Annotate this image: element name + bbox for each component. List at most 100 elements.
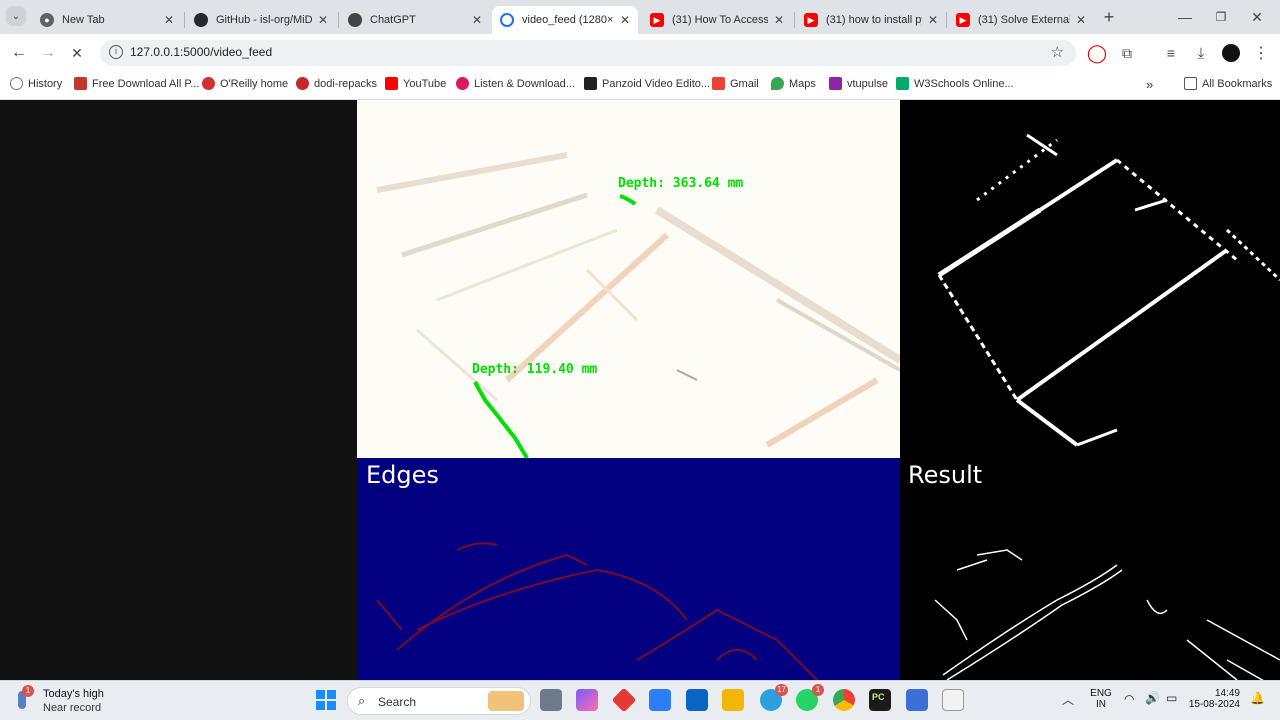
tab-github[interactable]: GitHub - isl-org/MiD ✕ xyxy=(186,6,336,34)
forward-arrow-icon[interactable]: → xyxy=(37,42,59,64)
bookmark-vtupulse[interactable]: vtupulse xyxy=(829,77,888,90)
oreilly-icon xyxy=(202,77,215,90)
browser-toolbar: ← → ✕ i 127.0.0.1:5000/video_feed ☆ ◯ ⧉ … xyxy=(0,34,1280,72)
copilot-icon[interactable] xyxy=(576,689,598,711)
depth-panel xyxy=(357,100,900,458)
minimize-icon[interactable]: — xyxy=(1174,6,1196,28)
bookmark-free-download[interactable]: Free Download All P... xyxy=(74,77,199,90)
extensions-puzzle-icon[interactable]: ⧉ xyxy=(1116,42,1138,64)
all-bookmarks[interactable]: All Bookmarks xyxy=(1184,77,1272,90)
tab-title: (31) how to install py xyxy=(826,14,922,26)
snipping-tool-icon[interactable] xyxy=(942,689,964,711)
site-info-icon[interactable]: i xyxy=(109,45,123,59)
loading-icon xyxy=(500,13,514,27)
windows-start-icon[interactable] xyxy=(316,690,336,710)
pycharm-icon[interactable]: PC xyxy=(869,689,891,711)
tab-youtube-1[interactable]: ▶ (31) How To Access F ✕ xyxy=(642,6,792,34)
bookmark-oreilly[interactable]: O'Reilly home xyxy=(202,77,288,90)
page-content: Depth: 363.64 mm Depth: 119.40 mm Edges … xyxy=(0,100,1280,680)
close-icon[interactable]: ✕ xyxy=(928,13,938,27)
bookmark-w3schools[interactable]: W3Schools Online... xyxy=(896,77,1014,90)
tab-title: (31) Solve Externally xyxy=(978,14,1070,26)
close-icon[interactable]: ✕ xyxy=(774,13,784,27)
notification-bell-icon[interactable]: 🔔 xyxy=(1250,691,1265,705)
weather-badge: 1 xyxy=(22,685,34,697)
back-arrow-icon[interactable]: ← xyxy=(8,42,30,64)
tab-youtube-3[interactable]: ▶ (31) Solve Externally ✕ xyxy=(948,6,1094,34)
window-close-icon[interactable]: ✕ xyxy=(1246,6,1268,28)
w3schools-icon xyxy=(896,77,909,90)
bookmark-gmail[interactable]: Gmail xyxy=(712,77,759,90)
search-label: Search xyxy=(378,695,417,709)
close-icon[interactable]: ✕ xyxy=(472,13,482,27)
app-red-diamond-icon[interactable] xyxy=(611,687,637,713)
bookmark-maps[interactable]: Maps xyxy=(771,77,816,90)
url-text: 127.0.0.1:5000/video_feed xyxy=(130,45,273,59)
outlook-icon[interactable] xyxy=(686,689,708,711)
restore-icon[interactable]: ❐ xyxy=(1210,6,1232,28)
file-explorer-icon[interactable] xyxy=(722,689,744,711)
r-app-icon[interactable] xyxy=(906,689,928,711)
bookmark-history[interactable]: History xyxy=(10,77,62,90)
depth-label-2: Depth: 119.40 mm xyxy=(472,362,597,377)
language-indicator[interactable]: ENG IN xyxy=(1090,688,1112,710)
bookmark-label: W3Schools Online... xyxy=(914,77,1014,90)
tab-title: New Tab xyxy=(62,14,105,26)
bookmark-favicon-icon xyxy=(74,77,87,90)
new-tab-plus-icon[interactable]: + xyxy=(1098,6,1120,28)
all-bookmarks-label: All Bookmarks xyxy=(1202,77,1273,90)
menu-kebab-icon[interactable]: ⋮ xyxy=(1250,42,1272,64)
close-icon[interactable]: ✕ xyxy=(1076,13,1086,27)
address-bar[interactable]: i 127.0.0.1:5000/video_feed ☆ xyxy=(100,40,1076,66)
panzoid-icon xyxy=(584,77,597,90)
tab-chatgpt[interactable]: ChatGPT ✕ xyxy=(340,6,490,34)
show-hidden-icons-chevron-icon[interactable]: ︿ xyxy=(1062,691,1074,708)
stop-loading-icon[interactable]: ✕ xyxy=(66,42,88,64)
history-icon xyxy=(10,77,23,90)
github-icon xyxy=(194,13,208,27)
vtupulse-icon xyxy=(829,77,842,90)
youtube-icon: ▶ xyxy=(650,13,664,27)
volume-icon[interactable]: 🔊 xyxy=(1145,691,1160,705)
tab-youtube-2[interactable]: ▶ (31) how to install py ✕ xyxy=(796,6,946,34)
bookmark-label: O'Reilly home xyxy=(220,77,289,90)
bookmark-youtube[interactable]: YouTube xyxy=(385,77,446,90)
close-icon[interactable]: ✕ xyxy=(164,13,174,27)
youtube-icon: ▶ xyxy=(956,13,970,27)
tab-search-chevron-icon[interactable]: ⌄ xyxy=(6,6,26,26)
bookmark-listen-download[interactable]: Listen & Download... xyxy=(456,77,575,90)
windows-taskbar: 1 Today's high Near record ⌕ Search 17 1… xyxy=(0,680,1280,720)
edges-panel xyxy=(357,458,900,680)
chrome-icon: ● xyxy=(40,13,54,27)
search-highlight-icon xyxy=(488,691,524,711)
download-icon[interactable]: ⤓ xyxy=(1190,42,1212,64)
tab-new-tab[interactable]: ● New Tab ✕ xyxy=(32,6,182,34)
media-controls-icon[interactable]: ≡ xyxy=(1160,42,1182,64)
bookmark-panzoid[interactable]: Panzoid Video Edito... xyxy=(584,77,710,90)
video-feed-image: Depth: 363.64 mm Depth: 119.40 mm Edges … xyxy=(357,100,1280,680)
tab-title: ChatGPT xyxy=(370,14,416,26)
profile-avatar[interactable] xyxy=(1220,42,1242,64)
wifi-icon[interactable]: ◠ xyxy=(1124,692,1134,706)
close-icon[interactable]: ✕ xyxy=(620,13,630,27)
bookmark-label: dodi-repacks xyxy=(314,77,377,90)
bookmark-dodi[interactable]: dodi-repacks xyxy=(296,77,377,90)
whatsapp-icon[interactable]: 1 xyxy=(796,684,824,711)
tab-separator xyxy=(338,12,339,28)
clock[interactable]: 14:49 15-08-2024 xyxy=(1180,688,1240,710)
task-view-icon[interactable] xyxy=(540,689,562,711)
weather-widget[interactable]: 1 xyxy=(14,685,36,711)
taskbar-search-box[interactable]: ⌕ Search xyxy=(347,687,531,715)
telegram-icon[interactable]: 17 xyxy=(760,684,788,711)
more-bookmarks-chevron-icon[interactable]: » xyxy=(1146,77,1153,92)
microsoft-store-icon[interactable] xyxy=(649,689,671,711)
youtube-icon xyxy=(385,77,398,90)
telegram-badge: 17 xyxy=(775,684,788,696)
battery-icon[interactable]: ▭ xyxy=(1166,691,1177,705)
tab-video-feed[interactable]: video_feed (1280×96 ✕ xyxy=(492,6,638,34)
bookmark-star-icon[interactable]: ☆ xyxy=(1051,43,1064,61)
opera-extension-icon[interactable]: ◯ xyxy=(1086,42,1108,64)
chrome-taskbar-icon[interactable] xyxy=(833,689,855,711)
close-icon[interactable]: ✕ xyxy=(318,13,328,27)
edges-label: Edges xyxy=(366,461,439,489)
